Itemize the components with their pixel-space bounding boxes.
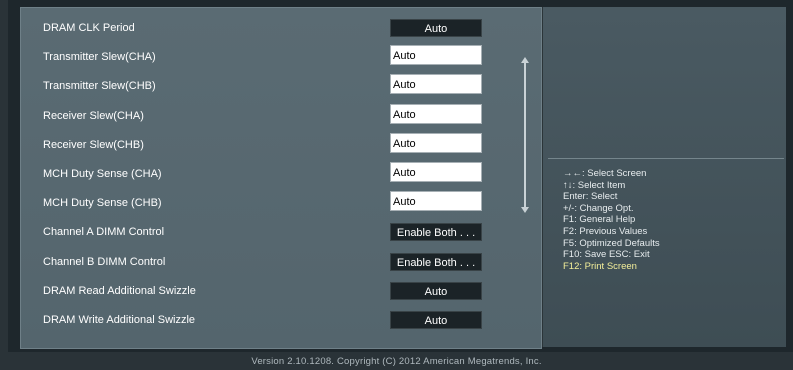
- setting-row[interactable]: DRAM Read Additional Swizzle Auto: [21, 279, 541, 308]
- setting-row[interactable]: DRAM CLK Period Auto: [21, 16, 541, 45]
- scroll-thumb[interactable]: [524, 62, 526, 208]
- setting-row[interactable]: DRAM Write Additional Swizzle Auto: [21, 308, 541, 337]
- setting-row[interactable]: Channel A DIMM Control Enable Both . . .: [21, 220, 541, 249]
- setting-row[interactable]: Transmitter Slew(CHA) Auto: [21, 45, 541, 74]
- setting-row[interactable]: Channel B DIMM Control Enable Both . . .: [21, 250, 541, 279]
- setting-label: Channel B DIMM Control: [43, 255, 166, 268]
- setting-label: DRAM Write Additional Swizzle: [43, 314, 196, 326]
- setting-row[interactable]: MCH Duty Sense (CHB) Auto: [21, 191, 541, 220]
- setting-value[interactable]: Auto: [390, 103, 482, 124]
- scroll-down-icon[interactable]: [520, 206, 530, 214]
- setting-value[interactable]: Enable Both . . .: [390, 252, 482, 271]
- setting-row[interactable]: Receiver Slew(CHB) Auto: [21, 132, 541, 162]
- help-line-print-screen: F12: Print Screen: [563, 260, 637, 272]
- setting-label: Receiver Slew(CHA): [43, 109, 144, 122]
- setting-label: MCH Duty Sense (CHA): [43, 168, 162, 180]
- help-list: →←: Select Screen ↑↓: Select Item Enter:…: [563, 168, 783, 272]
- setting-value[interactable]: Auto: [390, 191, 482, 212]
- setting-value[interactable]: Enable Both . . .: [390, 223, 482, 242]
- setting-label: Channel A DIMM Control: [43, 226, 165, 239]
- setting-label: Receiver Slew(CHB): [43, 138, 144, 151]
- scrollbar[interactable]: [520, 56, 530, 214]
- help-line-optimized-defaults: F5: Optimized Defaults: [563, 237, 660, 249]
- setting-label: Transmitter Slew(CHA): [43, 51, 156, 64]
- help-line-change-opt: +/-: Change Opt.: [563, 202, 634, 214]
- help-line-general-help: F1: General Help: [563, 214, 636, 226]
- setting-label: Transmitter Slew(CHB): [43, 80, 156, 93]
- setting-row[interactable]: Receiver Slew(CHA) Auto: [21, 103, 541, 133]
- help-line-save-exit: F10: Save ESC: Exit: [563, 249, 650, 261]
- help-line-select-item: ↑↓: Select Item: [563, 179, 626, 191]
- help-line-previous-values: F2: Previous Values: [563, 225, 648, 237]
- version-footer: Version 2.10.1208. Copyright (C) 2012 Am…: [251, 356, 542, 367]
- help-line-enter: Enter: Select: [563, 191, 618, 203]
- setting-label: DRAM CLK Period: [43, 22, 135, 34]
- setting-value[interactable]: Auto: [390, 162, 482, 182]
- settings-panel: DRAM CLK Period Auto Transmitter Slew(CHA)…: [20, 7, 542, 349]
- setting-value[interactable]: Auto: [390, 311, 482, 329]
- setting-label: DRAM Read Additional Swizzle: [43, 284, 196, 297]
- setting-row[interactable]: Transmitter Slew(CHB) Auto: [21, 74, 541, 103]
- help-divider: [548, 158, 784, 159]
- setting-label: MCH Duty Sense (CHB): [43, 197, 162, 210]
- setting-value[interactable]: Auto: [390, 281, 482, 300]
- setting-value[interactable]: Auto: [390, 132, 482, 153]
- setting-value[interactable]: Auto: [390, 19, 482, 37]
- setting-value[interactable]: Auto: [390, 45, 482, 66]
- help-line-select-screen: →←: Select Screen: [563, 168, 647, 179]
- setting-value[interactable]: Auto: [390, 74, 482, 95]
- setting-row[interactable]: MCH Duty Sense (CHA) Auto: [21, 162, 541, 191]
